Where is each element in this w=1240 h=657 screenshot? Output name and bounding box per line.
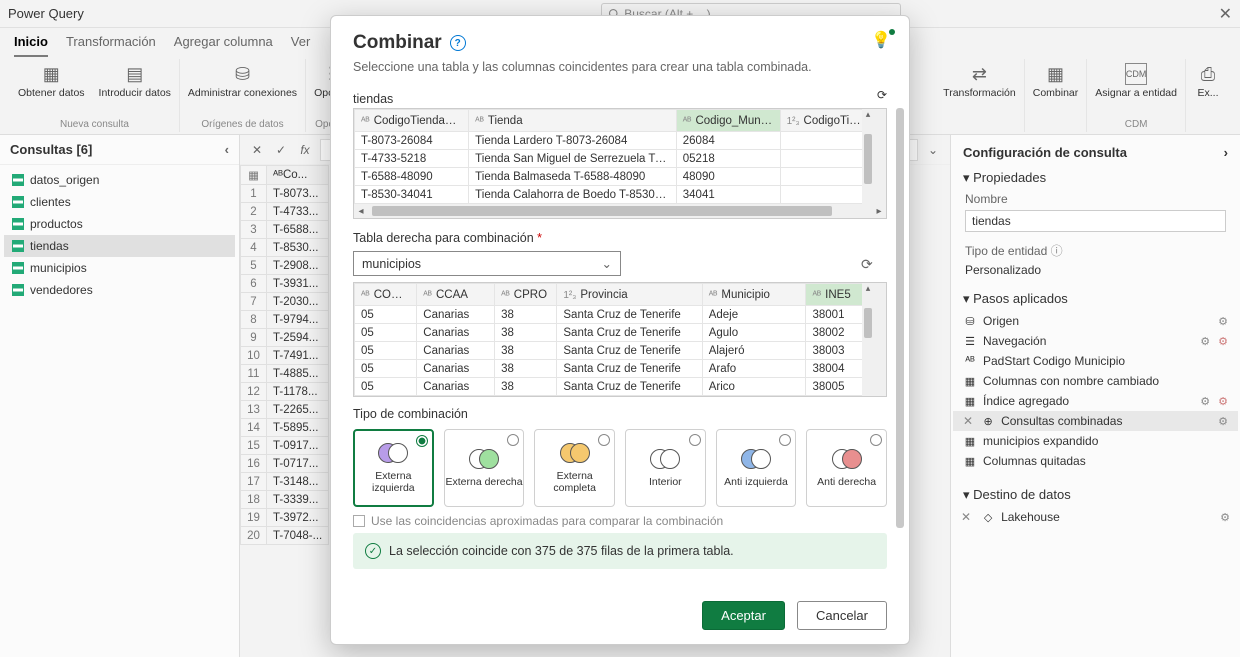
venn-icon [650, 448, 680, 470]
col-header[interactable]: 1²₃CodigoTienda [780, 110, 873, 132]
scrollbar-v-2[interactable]: ▴ [862, 283, 874, 396]
refresh-left-icon[interactable]: ⟳ [877, 88, 887, 102]
cancel-button[interactable]: Cancelar [797, 601, 887, 630]
join-option-3[interactable]: Interior [625, 429, 706, 507]
fuzzy-checkbox[interactable] [353, 515, 365, 527]
scrollbar-h[interactable]: ◂▸ [354, 204, 886, 218]
radio-icon [870, 434, 882, 446]
radio-icon [779, 434, 791, 446]
venn-icon [378, 442, 408, 464]
col-header[interactable]: ᴬᴮMunicipio [702, 284, 806, 306]
modal-title: Combinar ? [353, 32, 887, 54]
fuzzy-label: Use las coincidencias aproximadas para c… [371, 515, 723, 527]
join-types: Externa izquierdaExterna derechaExterna … [353, 429, 887, 507]
col-header[interactable]: ᴬᴮCCAA [417, 284, 495, 306]
radio-icon [416, 435, 428, 447]
refresh-right-icon[interactable]: ⟳ [861, 256, 873, 273]
col-header[interactable]: ᴬᴮCodigo_Municipio [676, 110, 780, 132]
table-row[interactable]: 05Canarias38Santa Cruz de TenerifeAgulo3… [355, 324, 874, 342]
join-option-4[interactable]: Anti izquierda [716, 429, 797, 507]
table-row[interactable]: 05Canarias38Santa Cruz de TenerifeArafo3… [355, 360, 874, 378]
join-option-1[interactable]: Externa derecha [444, 429, 525, 507]
radio-icon [689, 434, 701, 446]
col-header[interactable]: ᴬᴮCPRO [495, 284, 557, 306]
venn-icon [469, 448, 499, 470]
col-header[interactable]: ᴬᴮTienda [469, 110, 677, 132]
modal-overlay: 💡 Combinar ? Seleccione una tabla y las … [0, 0, 1240, 650]
col-header[interactable]: ᴬᴮCodigoTiendaOrg [355, 110, 469, 132]
tipo-combinacion-label: Tipo de combinación [353, 407, 887, 421]
table-row[interactable]: T-6588-48090Tienda Balmaseda T-6588-4809… [355, 168, 874, 186]
lightbulb-icon[interactable]: 💡 [871, 30, 891, 50]
join-option-2[interactable]: Externa completa [534, 429, 615, 507]
radio-icon [507, 434, 519, 446]
venn-icon [741, 448, 771, 470]
col-header[interactable]: ᴬᴮCODAUTO [355, 284, 417, 306]
right-table-select[interactable]: municipios⌄ [353, 251, 621, 276]
venn-icon [832, 448, 862, 470]
left-preview-table[interactable]: ᴬᴮCodigoTiendaOrgᴬᴮTiendaᴬᴮCodigo_Munici… [354, 109, 874, 204]
help-icon[interactable]: ? [450, 35, 466, 51]
combinar-modal: 💡 Combinar ? Seleccione una tabla y las … [330, 15, 910, 645]
table-row[interactable]: T-8073-26084Tienda Lardero T-8073-260842… [355, 132, 874, 150]
table-row[interactable]: T-8530-34041Tienda Calahorra de Boedo T-… [355, 186, 874, 204]
accept-button[interactable]: Aceptar [702, 601, 785, 630]
radio-icon [598, 434, 610, 446]
table-row[interactable]: 05Canarias38Santa Cruz de TenerifeAlajer… [355, 342, 874, 360]
check-icon: ✓ [365, 543, 381, 559]
match-banner: ✓ La selección coincide con 375 de 375 f… [353, 533, 887, 569]
join-option-5[interactable]: Anti derecha [806, 429, 887, 507]
chevron-down-icon: ⌄ [602, 256, 612, 271]
right-table-label: Tabla derecha para combinación [353, 231, 534, 245]
modal-desc: Seleccione una tabla y las columnas coin… [353, 60, 887, 74]
venn-icon [560, 442, 590, 464]
scrollbar-v[interactable]: ▴ [862, 109, 874, 204]
col-header[interactable]: 1²₃Provincia [557, 284, 702, 306]
table-row[interactable]: 05Canarias38Santa Cruz de TenerifeAdeje3… [355, 306, 874, 324]
join-option-0[interactable]: Externa izquierda [353, 429, 434, 507]
table-row[interactable]: T-4733-5218Tienda San Miguel de Serrezue… [355, 150, 874, 168]
left-table-label: tiendas [353, 92, 887, 106]
modal-scrollbar[interactable] [895, 108, 905, 584]
table-row[interactable]: 05Canarias38Santa Cruz de TenerifeArico3… [355, 378, 874, 396]
right-preview-table[interactable]: ᴬᴮCODAUTOᴬᴮCCAAᴬᴮCPRO1²₃ProvinciaᴬᴮMunic… [354, 283, 874, 396]
